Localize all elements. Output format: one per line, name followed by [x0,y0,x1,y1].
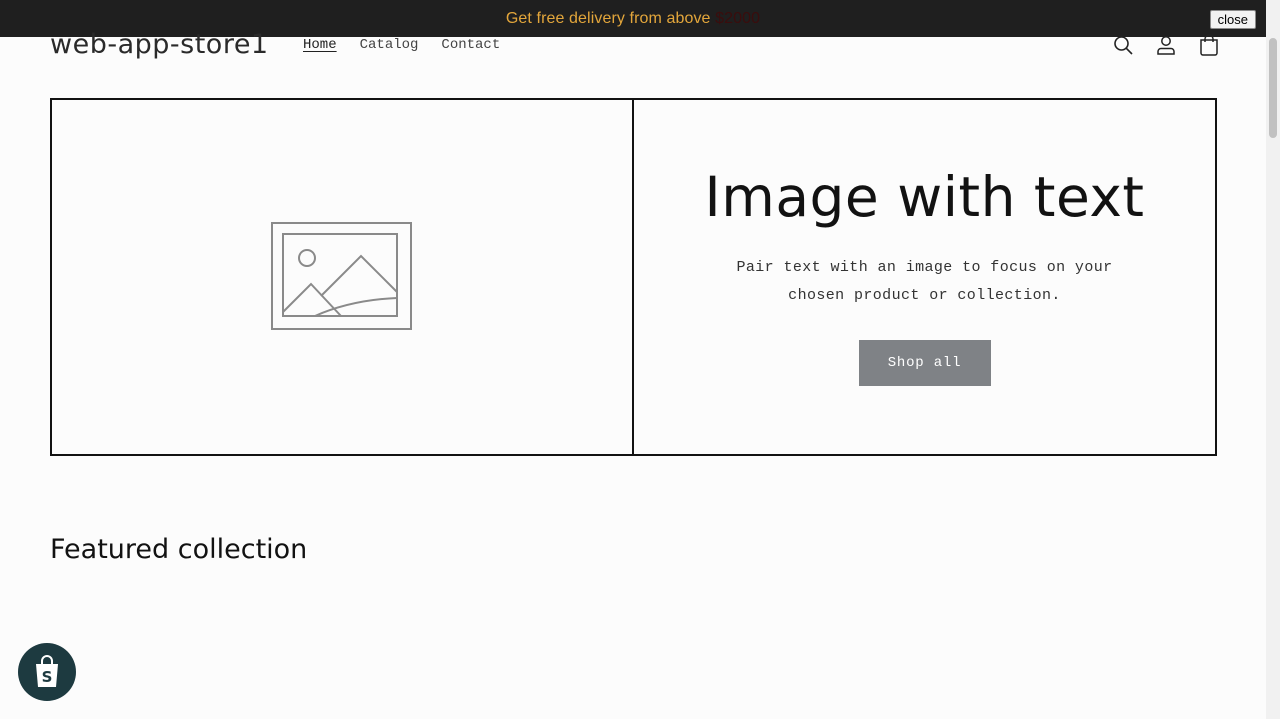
hero-title: Image with text [704,165,1145,229]
image-placeholder-icon [271,222,412,330]
featured-collection-title: Featured collection [50,534,308,565]
account-icon[interactable] [1156,34,1176,56]
shopify-badge[interactable]: S [18,643,76,701]
nav-contact[interactable]: Contact [441,37,500,53]
page-scrollbar[interactable] [1266,0,1280,719]
nav-catalog[interactable]: Catalog [360,37,419,53]
cart-icon[interactable] [1199,34,1219,56]
shopify-bag-icon: S [36,655,58,687]
announcement-amount: $2000 [715,9,761,27]
announcement-message: Get free delivery from above [505,9,716,27]
store-logo[interactable]: web-app-store1 [50,29,269,60]
site-header: web-app-store1 Home Catalog Contact [0,29,1266,67]
announcement-text: Get free delivery from above $2000 [506,10,760,28]
hero-content: Image with text Pair text with an image … [634,100,1215,454]
nav-home[interactable]: Home [303,37,337,53]
search-icon[interactable] [1113,34,1133,56]
svg-text:S: S [42,668,53,686]
hero-image-placeholder [52,100,634,454]
image-with-text-section: Image with text Pair text with an image … [50,98,1217,456]
close-button[interactable]: close [1209,10,1256,29]
scrollbar-thumb[interactable] [1269,38,1277,138]
shop-all-button[interactable]: Shop all [858,340,991,386]
header-icons [1113,34,1219,56]
hero-description: Pair text with an image to focus on your… [736,259,1113,304]
main-nav: Home Catalog Contact [303,37,500,53]
